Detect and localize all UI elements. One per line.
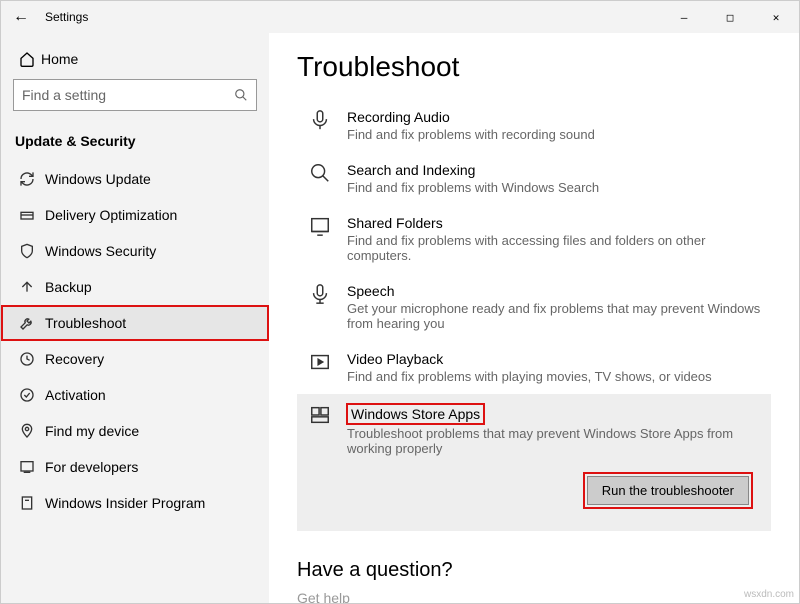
window-title: Settings: [41, 10, 661, 24]
sidebar-item-label: Find my device: [45, 423, 139, 439]
check-icon: [19, 387, 45, 403]
troubleshoot-desc: Find and fix problems with accessing fil…: [347, 233, 763, 263]
sidebar-item-activation[interactable]: Activation: [1, 377, 269, 413]
sidebar-item-label: Delivery Optimization: [45, 207, 177, 223]
apps-icon: [305, 404, 347, 521]
sidebar-item-delivery-optimization[interactable]: Delivery Optimization: [1, 197, 269, 233]
sidebar-item-label: Windows Update: [45, 171, 151, 187]
troubleshoot-desc: Get your microphone ready and fix proble…: [347, 301, 763, 331]
sidebar-item-label: For developers: [45, 459, 138, 475]
sidebar-item-windows-insider[interactable]: Windows Insider Program: [1, 485, 269, 521]
troubleshoot-desc: Troubleshoot problems that may prevent W…: [347, 426, 763, 456]
sidebar-section-header: Update & Security: [1, 129, 269, 161]
delivery-icon: [19, 207, 45, 223]
close-button[interactable]: ✕: [753, 1, 799, 33]
troubleshoot-label: Search and Indexing: [347, 162, 763, 178]
folder-icon: [305, 215, 347, 263]
sidebar-item-windows-security[interactable]: Windows Security: [1, 233, 269, 269]
troubleshoot-desc: Find and fix problems with Windows Searc…: [347, 180, 763, 195]
sidebar-item-recovery[interactable]: Recovery: [1, 341, 269, 377]
recovery-icon: [19, 351, 45, 367]
troubleshoot-windows-store-apps[interactable]: Windows Store Apps Troubleshoot problems…: [297, 394, 771, 531]
wrench-icon: [19, 315, 45, 331]
sidebar-home[interactable]: Home: [1, 45, 269, 77]
backup-icon: [19, 279, 45, 295]
troubleshoot-label: Recording Audio: [347, 109, 763, 125]
sidebar-item-label: Windows Insider Program: [45, 495, 205, 511]
troubleshoot-search-indexing[interactable]: Search and Indexing Find and fix problem…: [297, 152, 771, 205]
troubleshoot-desc: Find and fix problems with playing movie…: [347, 369, 763, 384]
sidebar-item-label: Windows Security: [45, 243, 156, 259]
titlebar: ← Settings — □ ✕: [1, 1, 799, 33]
sidebar-item-label: Recovery: [45, 351, 104, 367]
speech-icon: [305, 283, 347, 331]
page-title: Troubleshoot: [297, 51, 771, 83]
troubleshoot-shared-folders[interactable]: Shared Folders Find and fix problems wit…: [297, 205, 771, 273]
get-help-link[interactable]: Get help: [297, 590, 771, 603]
video-icon: [305, 351, 347, 384]
sidebar-item-label: Activation: [45, 387, 106, 403]
home-icon: [19, 51, 41, 67]
insider-icon: [19, 495, 45, 511]
troubleshoot-video-playback[interactable]: Video Playback Find and fix problems wit…: [297, 341, 771, 394]
have-a-question: Have a question?: [297, 559, 771, 582]
sidebar-item-backup[interactable]: Backup: [1, 269, 269, 305]
sidebar-item-for-developers[interactable]: For developers: [1, 449, 269, 485]
sidebar: Home Find a setting Update & Security Wi…: [1, 33, 269, 603]
troubleshoot-label: Speech: [347, 283, 763, 299]
run-troubleshooter-button[interactable]: Run the troubleshooter: [587, 476, 749, 505]
search-placeholder: Find a setting: [22, 87, 234, 103]
watermark: wsxdn.com: [744, 589, 794, 600]
location-icon: [19, 423, 45, 439]
home-label: Home: [41, 51, 78, 67]
main-content: Troubleshoot Recording Audio Find and fi…: [269, 33, 799, 603]
troubleshoot-desc: Find and fix problems with recording sou…: [347, 127, 763, 142]
sidebar-item-windows-update[interactable]: Windows Update: [1, 161, 269, 197]
sidebar-item-troubleshoot[interactable]: Troubleshoot: [1, 305, 269, 341]
search-icon: [234, 88, 248, 102]
troubleshoot-label: Shared Folders: [347, 215, 763, 231]
sidebar-item-find-my-device[interactable]: Find my device: [1, 413, 269, 449]
search-input[interactable]: Find a setting: [13, 79, 257, 111]
back-button[interactable]: ←: [1, 8, 41, 26]
troubleshoot-label: Video Playback: [347, 351, 763, 367]
sync-icon: [19, 171, 45, 187]
troubleshoot-recording-audio[interactable]: Recording Audio Find and fix problems wi…: [297, 99, 771, 152]
troubleshoot-label: Windows Store Apps: [347, 404, 484, 424]
sidebar-item-label: Backup: [45, 279, 92, 295]
troubleshoot-speech[interactable]: Speech Get your microphone ready and fix…: [297, 273, 771, 341]
dev-icon: [19, 459, 45, 475]
search-icon: [305, 162, 347, 195]
sidebar-item-label: Troubleshoot: [45, 315, 126, 331]
minimize-button[interactable]: —: [661, 1, 707, 33]
shield-icon: [19, 243, 45, 259]
maximize-button[interactable]: □: [707, 1, 753, 33]
microphone-icon: [305, 109, 347, 142]
